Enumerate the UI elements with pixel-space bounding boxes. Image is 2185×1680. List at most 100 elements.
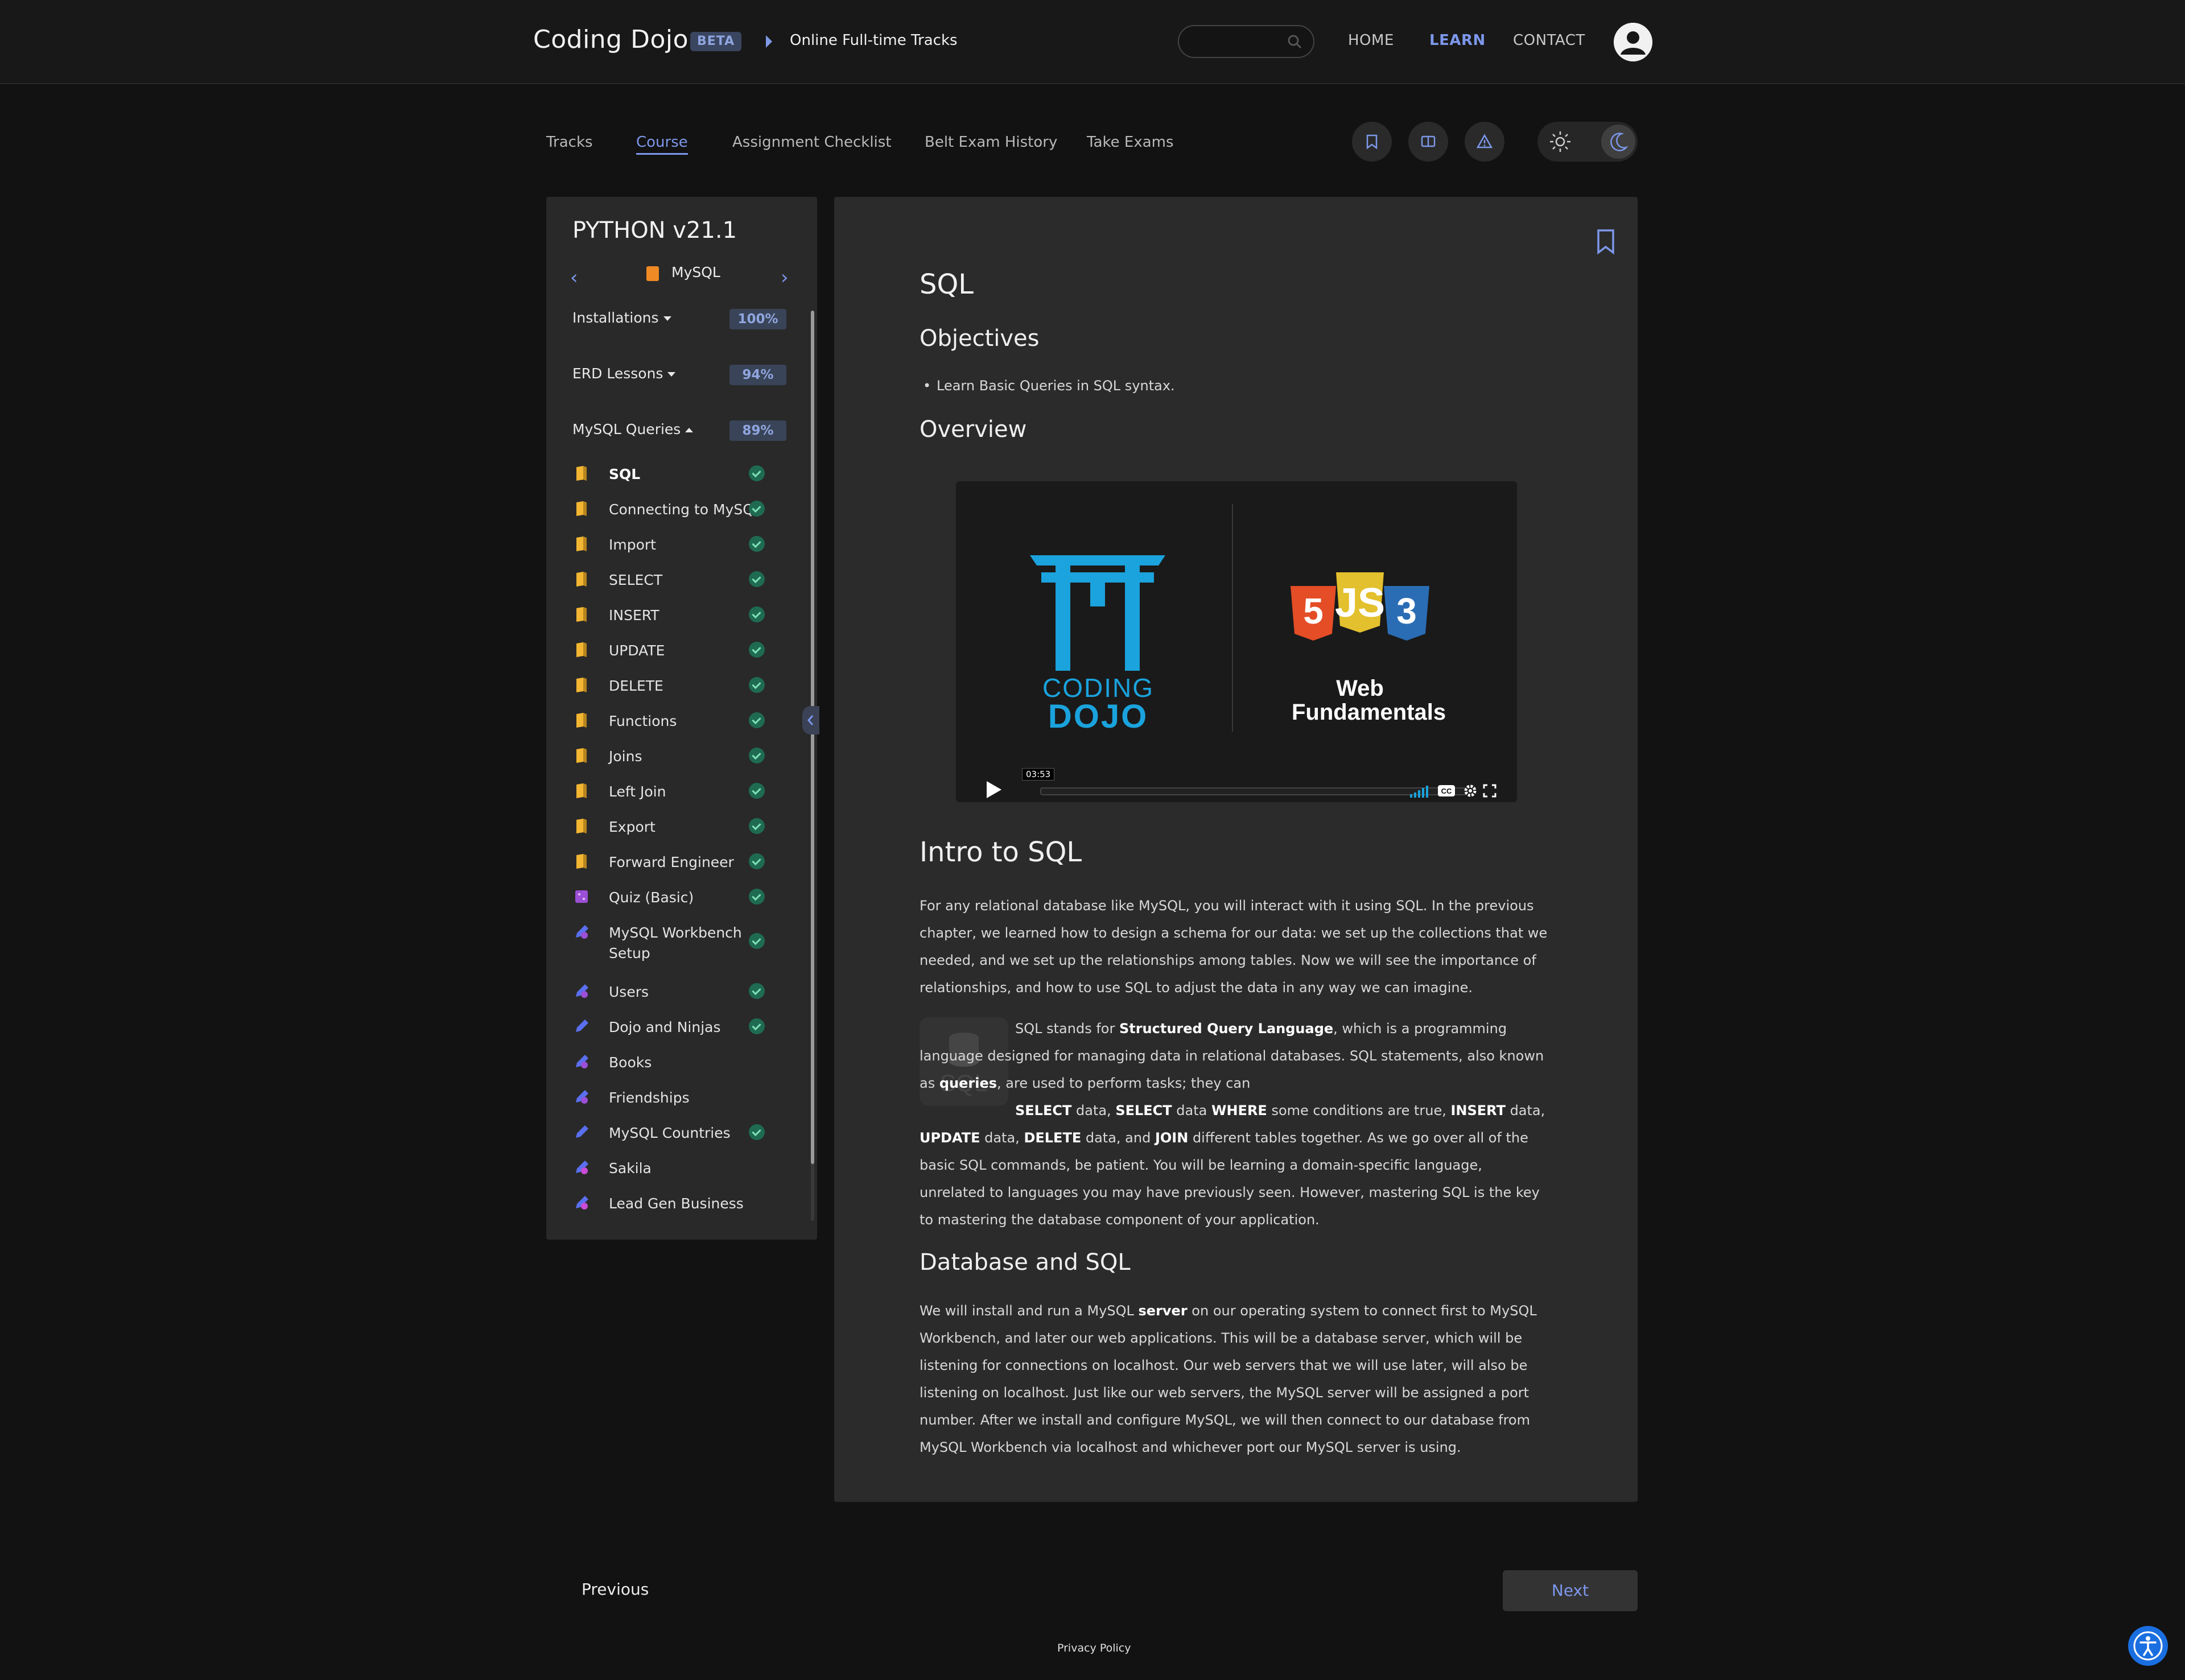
collapse-sidebar-handle[interactable] (802, 706, 819, 734)
completed-check-icon (749, 642, 765, 658)
sidebar-lesson-item[interactable]: Dojo and Ninjas (572, 1012, 794, 1041)
sidebar-lesson-item[interactable]: Joins (572, 741, 794, 770)
assignment-pencil-icon (576, 1090, 588, 1104)
lesson-label: SQL (609, 466, 641, 482)
reading-book-icon (576, 501, 587, 516)
mysql-module-icon (646, 266, 659, 281)
video-progress-bar[interactable] (1040, 787, 1467, 795)
lesson-label: Users (609, 984, 649, 1000)
sidebar-lesson-item[interactable]: Import (572, 529, 794, 559)
video-player[interactable]: 5 JS 3 CODING DOJO Web Fundamentals 03:5… (956, 481, 1517, 802)
nav-learn[interactable]: LEARN (1429, 32, 1486, 49)
settings-gear-icon[interactable] (1462, 783, 1478, 799)
next-button[interactable]: Next (1503, 1570, 1638, 1611)
next-module-chevron-icon[interactable]: › (781, 266, 789, 289)
tab-assignment-checklist[interactable]: Assignment Checklist (732, 134, 892, 151)
sidebar-lesson-item[interactable]: Left Join (572, 776, 794, 806)
moon-icon[interactable] (1601, 125, 1635, 159)
text-run: on our operating system to connect first… (920, 1303, 1537, 1455)
tab-take-exams[interactable]: Take Exams (1087, 134, 1174, 151)
breadcrumb-arrow-icon (766, 35, 772, 48)
sidebar-lesson-item[interactable]: DELETE (572, 670, 794, 700)
sidebar-lesson-item[interactable]: SQL (572, 459, 794, 488)
reading-book-icon (576, 678, 587, 692)
sidebar-lesson-item[interactable]: Functions (572, 705, 794, 735)
user-avatar-icon[interactable] (1614, 23, 1652, 61)
tab-belt-exam-history[interactable]: Belt Exam History (925, 134, 1057, 151)
accessibility-button[interactable] (2128, 1626, 2168, 1666)
sidebar-lesson-item[interactable]: UPDATE (572, 635, 794, 664)
completed-check-icon (749, 677, 765, 693)
sidebar-lesson-item[interactable]: Forward Engineer (572, 847, 794, 876)
nav-contact[interactable]: CONTACT (1513, 32, 1585, 49)
search-input[interactable] (1178, 25, 1314, 58)
previous-module-chevron-icon[interactable]: ‹ (570, 266, 578, 289)
caret-up-icon (685, 428, 694, 432)
volume-icon[interactable] (1410, 784, 1432, 798)
section-mysql-queries[interactable]: MySQL Queries (572, 421, 694, 437)
nav-home[interactable]: HOME (1348, 32, 1394, 49)
sidebar-lesson-item[interactable]: Quiz (Basic) (572, 882, 794, 911)
sidebar-lesson-item[interactable]: MySQL Workbench Setup (572, 917, 794, 972)
svg-text:3: 3 (1396, 591, 1417, 631)
sidebar-lesson-item[interactable]: Sakila (572, 1153, 794, 1182)
sidebar-lesson-item[interactable]: INSERT (572, 600, 794, 629)
previous-button[interactable]: Previous (582, 1580, 649, 1599)
video-divider (1232, 504, 1233, 732)
sun-icon[interactable] (1548, 129, 1573, 154)
sidebar-lesson-item[interactable]: Books (572, 1047, 794, 1076)
sidebar-lesson-item[interactable]: Export (572, 811, 794, 841)
fullscreen-icon[interactable] (1483, 784, 1496, 798)
lesson-label: Lead Gen Business (609, 1195, 744, 1212)
reading-book-icon (576, 607, 587, 622)
lesson-label: UPDATE (609, 642, 665, 659)
section-installations[interactable]: Installations (572, 309, 671, 326)
lesson-label: Joins (609, 748, 642, 765)
sidebar-lesson-item[interactable]: Users (572, 976, 794, 1006)
text-run: We will install and run a MySQL (920, 1303, 1139, 1319)
top-navbar: Coding Dojo BETA Online Full-time Tracks… (0, 0, 2185, 84)
lesson-label: Left Join (609, 783, 666, 800)
reading-book-icon (576, 748, 587, 763)
lesson-label: Forward Engineer (609, 854, 734, 870)
completed-check-icon (749, 501, 765, 517)
reading-book-icon (576, 854, 587, 869)
assignment-pencil-icon (576, 1125, 588, 1138)
module-name[interactable]: MySQL (671, 264, 720, 280)
breadcrumb-tracks[interactable]: Online Full-time Tracks (790, 32, 958, 49)
sidebar-lesson-item[interactable]: Connecting to MySQL (572, 494, 794, 523)
optional-assignment-pencil-icon (576, 1161, 588, 1174)
captions-icon[interactable]: CC (1437, 784, 1456, 798)
report-issue-button[interactable] (1465, 122, 1504, 162)
sidebar-lesson-item[interactable]: SELECT (572, 564, 794, 594)
privacy-policy-link[interactable]: Privacy Policy (1057, 1642, 1131, 1654)
bookmark-lesson-icon[interactable] (1596, 229, 1616, 255)
completed-check-icon (749, 465, 765, 481)
reading-book-icon (576, 819, 587, 833)
sidebar-lesson-item[interactable]: Lead Gen Business (572, 1188, 794, 1217)
brand-logo[interactable]: Coding Dojo (533, 25, 689, 54)
theme-toggle[interactable] (1537, 122, 1638, 162)
tab-course[interactable]: Course (636, 134, 688, 155)
bold-term: INSERT (1450, 1103, 1506, 1118)
lesson-label: Friendships (609, 1089, 690, 1106)
video-logo-line2: DOJO (1048, 698, 1149, 735)
sidebar-scrollbar-thumb[interactable] (811, 311, 814, 1164)
notes-button[interactable] (1408, 122, 1448, 162)
completed-check-icon (749, 783, 765, 799)
bookmark-icon (1366, 134, 1378, 150)
section-label: ERD Lessons (572, 365, 663, 382)
sidebar-lesson-item[interactable]: MySQL Countries (572, 1117, 794, 1147)
section-erd-lessons[interactable]: ERD Lessons (572, 365, 676, 382)
assignment-pencil-icon (576, 1055, 588, 1068)
lesson-label: MySQL Countries (609, 1125, 731, 1141)
completed-check-icon (749, 818, 765, 834)
tab-tracks[interactable]: Tracks (546, 134, 593, 151)
bookmarks-button[interactable] (1352, 122, 1392, 162)
play-icon[interactable] (983, 779, 1004, 800)
lesson-content: SQL Objectives Learn Basic Queries in SQ… (834, 197, 1638, 1502)
completed-check-icon (749, 748, 765, 763)
sql-definition-paragraph: SQL stands for Structured Query Language… (920, 1015, 1551, 1233)
lesson-label: Functions (609, 713, 677, 729)
sidebar-lesson-item[interactable]: Friendships (572, 1082, 794, 1112)
